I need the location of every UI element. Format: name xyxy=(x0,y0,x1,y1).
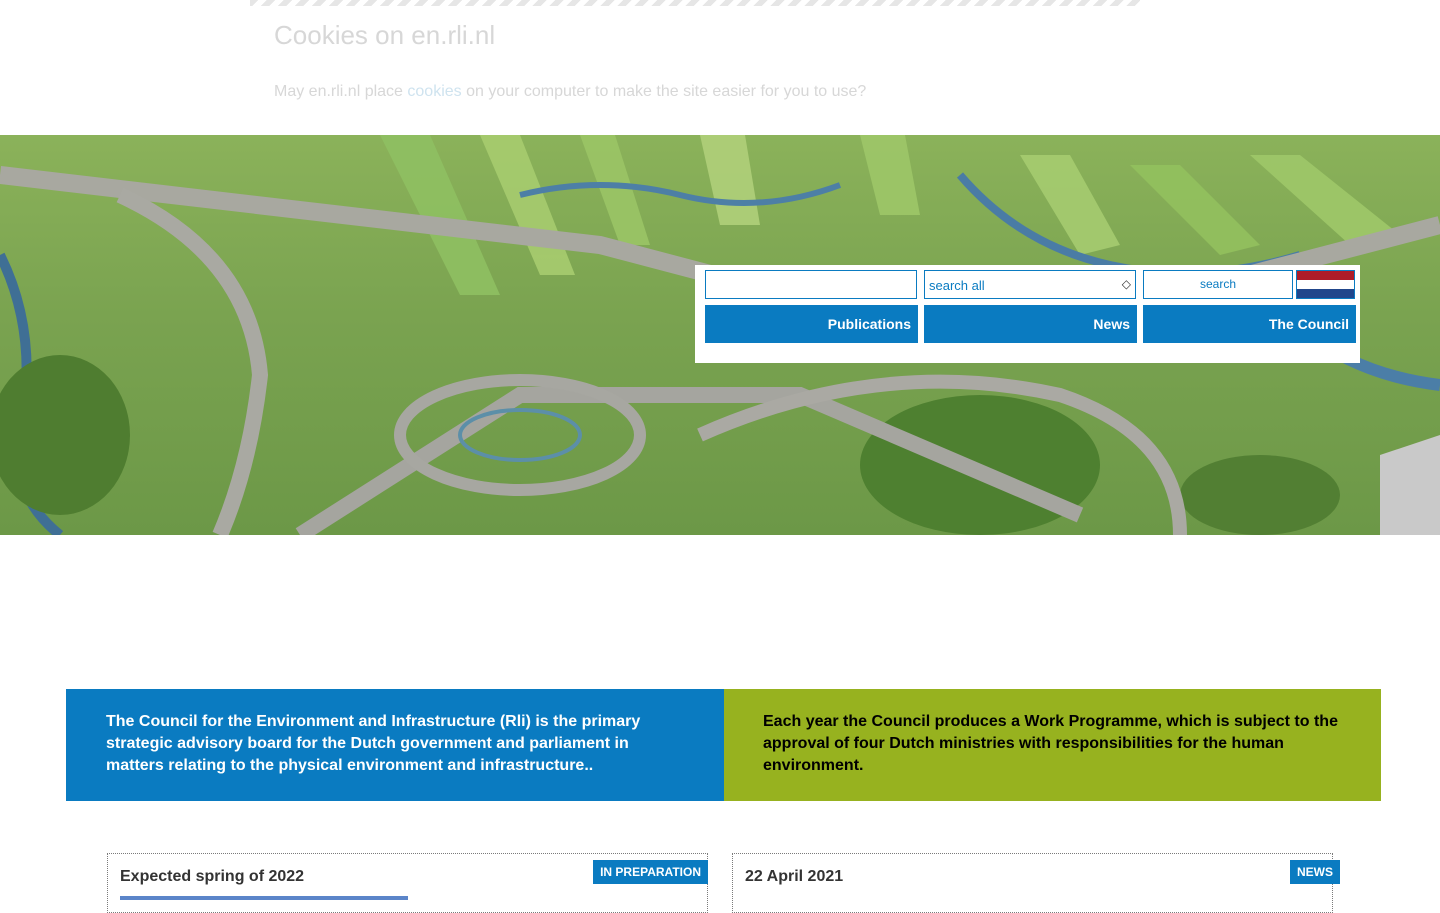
info-about-text: The Council for the Environment and Infr… xyxy=(106,713,641,774)
language-flag-nl[interactable] xyxy=(1296,270,1355,299)
card-in-preparation[interactable]: Expected spring of 2022 IN PREPARATION xyxy=(107,853,708,913)
info-work-programme-text: Each year the Council produces a Work Pr… xyxy=(763,713,1338,774)
card-date: 22 April 2021 xyxy=(745,868,844,885)
card-date: Expected spring of 2022 xyxy=(120,868,305,885)
info-block-work-programme: Each year the Council produces a Work Pr… xyxy=(724,689,1381,801)
nav-publications[interactable]: Publications xyxy=(705,305,918,343)
header-panel: search all ◇ search Publications News Th… xyxy=(695,265,1360,363)
cookie-text-before: May en.rli.nl place xyxy=(274,83,408,100)
nav-the-council[interactable]: The Council xyxy=(1143,305,1356,343)
cookie-text: May en.rli.nl place cookies on your comp… xyxy=(274,80,894,104)
cookie-text-after: on your computer to make the site easier… xyxy=(461,83,867,100)
card-news[interactable]: 22 April 2021 NEWS xyxy=(732,853,1340,913)
search-input[interactable] xyxy=(705,270,917,299)
cookie-title: Cookies on en.rli.nl xyxy=(274,20,496,50)
flag-white-stripe xyxy=(1297,279,1354,289)
search-scope-select[interactable]: search all ◇ xyxy=(924,270,1136,299)
cookie-link[interactable]: cookies xyxy=(407,83,461,100)
flag-red-stripe xyxy=(1297,271,1354,280)
card-progress-bar xyxy=(120,896,408,900)
nav-news[interactable]: News xyxy=(924,305,1137,343)
cookie-banner-stripe xyxy=(250,0,1140,6)
info-block-about: The Council for the Environment and Infr… xyxy=(66,689,724,801)
flag-blue-stripe xyxy=(1297,288,1354,298)
search-button[interactable]: search xyxy=(1143,270,1293,299)
search-scope-value: search all xyxy=(929,278,985,293)
cookie-banner: Cookies on en.rli.nl May en.rli.nl place… xyxy=(250,0,1190,135)
status-badge: IN PREPARATION xyxy=(593,860,708,884)
chevron-updown-icon: ◇ xyxy=(1121,277,1131,291)
status-badge: NEWS xyxy=(1290,860,1340,884)
